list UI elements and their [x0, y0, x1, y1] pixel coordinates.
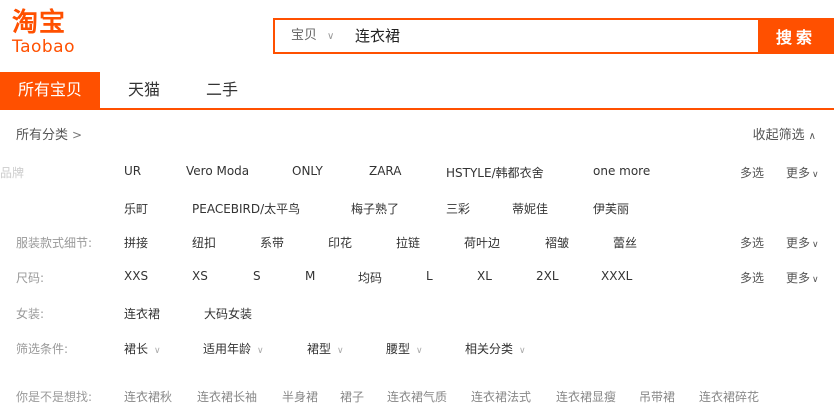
chevron-down-icon: ∨ — [327, 31, 335, 42]
collapse-filters-label: 收起筛选 — [752, 128, 805, 143]
collapse-filters-button[interactable]: 收起筛选 ∧ — [753, 124, 816, 143]
brand-option[interactable]: ZARA — [369, 164, 402, 178]
condition-dropdown[interactable]: 裙型 ∨ — [307, 340, 344, 357]
detail-option[interactable]: 系带 — [260, 234, 284, 251]
women-option[interactable]: 连衣裙 — [124, 305, 160, 322]
suggest-link[interactable]: 连衣裙碎花 — [699, 388, 759, 405]
detail-option[interactable]: 纽扣 — [192, 234, 216, 251]
details-row-label: 服装款式细节: — [16, 236, 93, 250]
chevron-down-icon: ∨ — [154, 346, 161, 356]
chevron-down-icon: ∨ — [337, 346, 344, 356]
search-button[interactable]: 搜索 — [758, 18, 834, 54]
brand-option[interactable]: ONLY — [292, 164, 323, 178]
brand-option[interactable]: 三彩 — [446, 200, 470, 217]
size-option[interactable]: XXS — [124, 269, 148, 283]
suggest-link[interactable]: 半身裙 — [282, 388, 318, 405]
condition-label: 裙型 — [307, 342, 332, 356]
conditions-row-label: 筛选条件: — [16, 342, 69, 356]
size-option[interactable]: XS — [192, 269, 208, 283]
suggest-link[interactable]: 连衣裙长袖 — [197, 388, 257, 405]
suggest-link[interactable]: 连衣裙气质 — [387, 388, 447, 405]
size-option[interactable]: M — [305, 269, 315, 283]
brand-option[interactable]: HSTYLE/韩都衣舍 — [446, 164, 544, 181]
size-more-button[interactable]: 更多 ∨ — [786, 269, 819, 286]
logo-chinese: 淘宝 — [12, 8, 67, 38]
condition-label: 相关分类 — [465, 342, 514, 356]
tab-bar: 所有宝贝 天猫 二手 — [0, 72, 834, 110]
detail-option[interactable]: 褶皱 — [545, 234, 569, 251]
condition-dropdown[interactable]: 腰型 ∨ — [386, 340, 423, 357]
women-row-label: 女装: — [16, 307, 45, 321]
size-row-label: 尺码: — [16, 271, 45, 285]
size-option[interactable]: XXXL — [601, 269, 632, 283]
chevron-down-icon: ∨ — [519, 346, 526, 356]
search-scope-label: 宝贝 — [291, 28, 318, 43]
brand-option[interactable]: UR — [124, 164, 141, 178]
chevron-down-icon: ∨ — [416, 346, 423, 356]
brand-multi-select-button[interactable]: 多选 — [740, 164, 764, 181]
brand-more-button[interactable]: 更多 ∨ — [786, 164, 819, 181]
tab-tmall[interactable]: 天猫 — [110, 72, 178, 108]
size-option[interactable]: 均码 — [358, 269, 382, 286]
search-bar: 宝贝 ∨ 搜索 — [273, 18, 834, 54]
brand-option[interactable]: 梅子熟了 — [351, 200, 399, 217]
details-more-label: 更多 — [786, 236, 811, 250]
brand-option[interactable]: 乐町 — [124, 200, 148, 217]
suggest-link[interactable]: 连衣裙秋 — [124, 388, 172, 405]
brand-option[interactable]: Vero Moda — [186, 164, 249, 178]
details-multi-select-button[interactable]: 多选 — [740, 234, 764, 251]
size-option[interactable]: XL — [477, 269, 492, 283]
size-option[interactable]: L — [426, 269, 433, 283]
size-option[interactable]: S — [253, 269, 261, 283]
condition-label: 腰型 — [386, 342, 411, 356]
detail-option[interactable]: 拉链 — [396, 234, 420, 251]
tab-secondhand[interactable]: 二手 — [190, 72, 254, 108]
chevron-down-icon: ∨ — [812, 240, 819, 250]
details-more-button[interactable]: 更多 ∨ — [786, 234, 819, 251]
brand-row-label: 品牌 — [0, 166, 25, 180]
detail-option[interactable]: 拼接 — [124, 234, 148, 251]
brand-option[interactable]: 蒂妮佳 — [512, 200, 548, 217]
suggest-link[interactable]: 吊带裙 — [639, 388, 675, 405]
suggest-link[interactable]: 连衣裙法式 — [471, 388, 531, 405]
breadcrumb-label: 所有分类 — [16, 128, 69, 143]
search-scope-select[interactable]: 宝贝 ∨ — [291, 20, 334, 52]
brand-option[interactable]: one more — [593, 164, 650, 178]
logo-english: Taobao — [12, 37, 75, 57]
chevron-up-icon: ∧ — [808, 131, 816, 142]
size-multi-select-button[interactable]: 多选 — [740, 269, 764, 286]
suggest-row-label: 你是不是想找: — [16, 390, 93, 404]
size-option[interactable]: 2XL — [536, 269, 559, 283]
brand-more-label: 更多 — [786, 166, 811, 180]
chevron-right-icon: > — [72, 128, 83, 142]
suggest-link[interactable]: 连衣裙显瘦 — [556, 388, 616, 405]
breadcrumb[interactable]: 所有分类 > — [16, 124, 82, 143]
detail-option[interactable]: 荷叶边 — [464, 234, 500, 251]
search-input[interactable] — [355, 20, 735, 52]
detail-option[interactable]: 蕾丝 — [613, 234, 637, 251]
condition-dropdown[interactable]: 裙长 ∨ — [124, 340, 161, 357]
tab-all[interactable]: 所有宝贝 — [0, 72, 100, 108]
taobao-logo[interactable]: 淘宝 Taobao — [12, 8, 94, 56]
chevron-down-icon: ∨ — [257, 346, 264, 356]
condition-label: 裙长 — [124, 342, 149, 356]
condition-dropdown[interactable]: 相关分类 ∨ — [465, 340, 526, 357]
detail-option[interactable]: 印花 — [328, 234, 352, 251]
women-option[interactable]: 大码女装 — [204, 305, 252, 322]
suggest-link[interactable]: 裙子 — [340, 388, 364, 405]
brand-option[interactable]: 伊芙丽 — [593, 200, 629, 217]
condition-label: 适用年龄 — [203, 342, 252, 356]
brand-option[interactable]: PEACEBIRD/太平鸟 — [192, 200, 300, 217]
condition-dropdown[interactable]: 适用年龄 ∨ — [203, 340, 264, 357]
chevron-down-icon: ∨ — [812, 275, 819, 285]
chevron-down-icon: ∨ — [812, 170, 819, 180]
size-more-label: 更多 — [786, 271, 811, 285]
